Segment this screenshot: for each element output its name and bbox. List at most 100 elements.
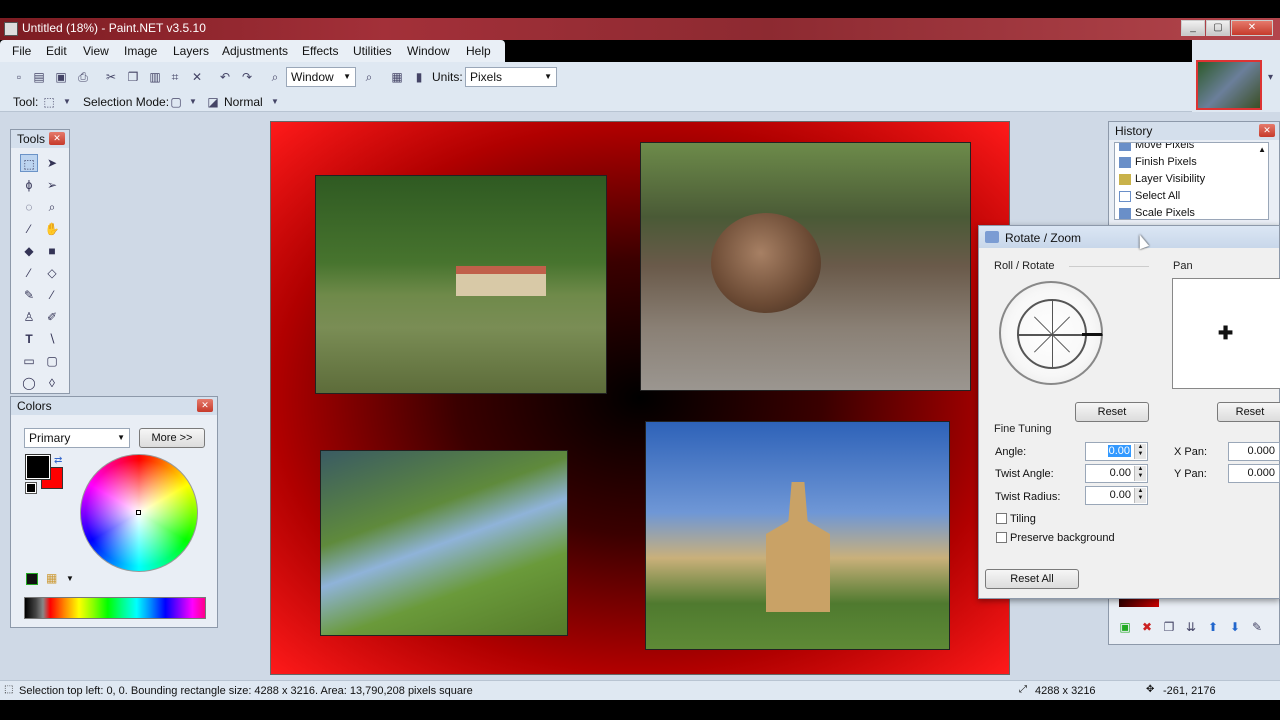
- save-icon[interactable]: ▣: [54, 70, 68, 84]
- image-thumbnail[interactable]: [1196, 60, 1262, 110]
- more-colors-button[interactable]: More >>: [139, 428, 205, 448]
- recolor-tool[interactable]: ✐: [43, 308, 61, 326]
- rounded-rectangle-tool[interactable]: ▢: [43, 352, 61, 370]
- history-item[interactable]: Move Pixels: [1119, 143, 1194, 151]
- freeform-shape-tool[interactable]: ◊: [43, 374, 61, 392]
- line-curve-tool[interactable]: ∖: [43, 330, 61, 348]
- close-icon[interactable]: ✕: [197, 399, 213, 412]
- color-picker-tool[interactable]: ⁄: [43, 286, 61, 304]
- zoom-out-icon[interactable]: ⌕: [268, 70, 282, 84]
- history-item[interactable]: Finish Pixels: [1119, 156, 1197, 168]
- close-button[interactable]: ✕: [1231, 20, 1273, 36]
- roll-rotate-dial[interactable]: [999, 281, 1103, 385]
- history-item[interactable]: Select All: [1119, 190, 1180, 202]
- menu-view[interactable]: View: [83, 44, 109, 58]
- add-layer-icon[interactable]: ▣: [1118, 620, 1132, 634]
- pencil-tool[interactable]: ✎: [20, 286, 38, 304]
- paste-icon[interactable]: ▥: [148, 70, 162, 84]
- text-tool[interactable]: T: [20, 330, 38, 348]
- rectangle-select-tool[interactable]: ⬚: [20, 154, 38, 172]
- color-wheel[interactable]: [80, 454, 198, 572]
- menu-help[interactable]: Help: [466, 44, 491, 58]
- history-item[interactable]: Scale Pixels: [1119, 207, 1195, 219]
- chevron-down-icon[interactable]: ▼: [186, 95, 200, 109]
- clone-stamp-tool[interactable]: ♙: [20, 308, 38, 326]
- twist-angle-spinner[interactable]: ▲ ▼: [1134, 466, 1146, 481]
- gradient-tool[interactable]: ■: [43, 242, 61, 260]
- menu-effects[interactable]: Effects: [302, 44, 338, 58]
- angle-input[interactable]: 0.00 ▲ ▼: [1085, 442, 1148, 461]
- x-pan-input[interactable]: 0.000: [1228, 442, 1280, 461]
- minimize-button[interactable]: _: [1181, 20, 1205, 36]
- eraser-tool[interactable]: ◇: [43, 264, 61, 282]
- history-item[interactable]: Layer Visibility: [1119, 173, 1205, 185]
- menu-utilities[interactable]: Utilities: [353, 44, 392, 58]
- palette-menu-icon[interactable]: ▦: [46, 571, 57, 585]
- dial-angle-handle[interactable]: [1082, 333, 1102, 336]
- twist-radius-spinner[interactable]: ▲ ▼: [1134, 488, 1146, 503]
- ruler-icon[interactable]: ▮: [412, 70, 426, 84]
- delete-layer-icon[interactable]: ✖: [1140, 620, 1154, 634]
- preserve-background-checkbox[interactable]: [996, 532, 1007, 543]
- lasso-tool[interactable]: ϕ: [20, 176, 38, 194]
- close-icon[interactable]: ✕: [49, 132, 65, 145]
- move-selection-tool[interactable]: ➤: [43, 154, 61, 172]
- close-icon[interactable]: ✕: [1259, 124, 1275, 137]
- scroll-up-icon[interactable]: ▲: [1258, 145, 1266, 154]
- cut-icon[interactable]: ✂: [104, 70, 118, 84]
- grid-icon[interactable]: ▦: [390, 70, 404, 84]
- image-canvas[interactable]: [270, 121, 1010, 675]
- chevron-down-icon[interactable]: ▼: [60, 95, 74, 109]
- merge-layer-icon[interactable]: ⇊: [1184, 620, 1198, 634]
- color-palette[interactable]: [24, 597, 206, 619]
- tiling-checkbox[interactable]: [996, 513, 1007, 524]
- menu-window[interactable]: Window: [407, 44, 450, 58]
- pan-crosshair-icon[interactable]: ✚: [1218, 323, 1233, 344]
- zoom-select[interactable]: Window ▼: [286, 67, 356, 87]
- chevron-down-icon[interactable]: ▾: [1268, 72, 1273, 83]
- blend-mode-value[interactable]: Normal: [224, 95, 263, 109]
- layer-properties-icon[interactable]: ✎: [1250, 620, 1264, 634]
- chevron-down-icon[interactable]: ▼: [268, 95, 282, 109]
- swap-colors-icon[interactable]: ⇄: [54, 455, 62, 466]
- print-icon[interactable]: ⎙: [76, 70, 90, 84]
- reset-colors-icon[interactable]: [25, 482, 37, 494]
- ellipse-select-tool[interactable]: ◌: [20, 198, 38, 216]
- ellipse-tool[interactable]: ◯: [20, 374, 38, 392]
- chevron-down-icon[interactable]: ▼: [66, 574, 74, 583]
- menu-layers[interactable]: Layers: [173, 44, 209, 58]
- primary-color-swatch[interactable]: [25, 454, 51, 480]
- reset-pan-button[interactable]: Reset: [1217, 402, 1280, 422]
- redo-icon[interactable]: ↷: [240, 70, 254, 84]
- deselect-icon[interactable]: ✕: [190, 70, 204, 84]
- menu-adjustments[interactable]: Adjustments: [222, 44, 288, 58]
- open-icon[interactable]: ▤: [32, 70, 46, 84]
- units-select[interactable]: Pixels ▼: [465, 67, 557, 87]
- pan-area[interactable]: ✚: [1172, 278, 1280, 389]
- paint-bucket-tool[interactable]: ◆: [20, 242, 38, 260]
- menu-file[interactable]: File: [12, 44, 31, 58]
- reset-all-button[interactable]: Reset All: [985, 569, 1079, 589]
- rectangle-tool[interactable]: ▭: [20, 352, 38, 370]
- pan-tool[interactable]: ✋: [43, 220, 61, 238]
- angle-spinner[interactable]: ▲ ▼: [1134, 444, 1146, 459]
- duplicate-layer-icon[interactable]: ❐: [1162, 620, 1176, 634]
- twist-radius-input[interactable]: 0.00 ▲ ▼: [1085, 486, 1148, 505]
- maximize-button[interactable]: ▢: [1206, 20, 1230, 36]
- color-mode-select[interactable]: Primary ▼: [24, 428, 130, 448]
- menu-image[interactable]: Image: [124, 44, 157, 58]
- zoom-tool[interactable]: ⌕: [43, 198, 61, 216]
- dialog-title-bar[interactable]: Rotate / Zoom: [979, 226, 1279, 248]
- magic-wand-tool[interactable]: ⁄: [20, 220, 38, 238]
- rectangle-select-icon[interactable]: ⬚: [42, 95, 56, 109]
- move-layer-down-icon[interactable]: ⬇: [1228, 620, 1242, 634]
- crop-icon[interactable]: ⌗: [168, 70, 182, 84]
- new-icon[interactable]: ▫: [12, 70, 26, 84]
- reset-rotate-button[interactable]: Reset: [1075, 402, 1149, 422]
- zoom-in-icon[interactable]: ⌕: [362, 70, 376, 84]
- selection-mode-icon[interactable]: ▢: [169, 95, 183, 109]
- copy-icon[interactable]: ❐: [126, 70, 140, 84]
- blend-mode-icon[interactable]: ◪: [206, 95, 220, 109]
- move-layer-up-icon[interactable]: ⬆: [1206, 620, 1220, 634]
- y-pan-input[interactable]: 0.000: [1228, 464, 1280, 483]
